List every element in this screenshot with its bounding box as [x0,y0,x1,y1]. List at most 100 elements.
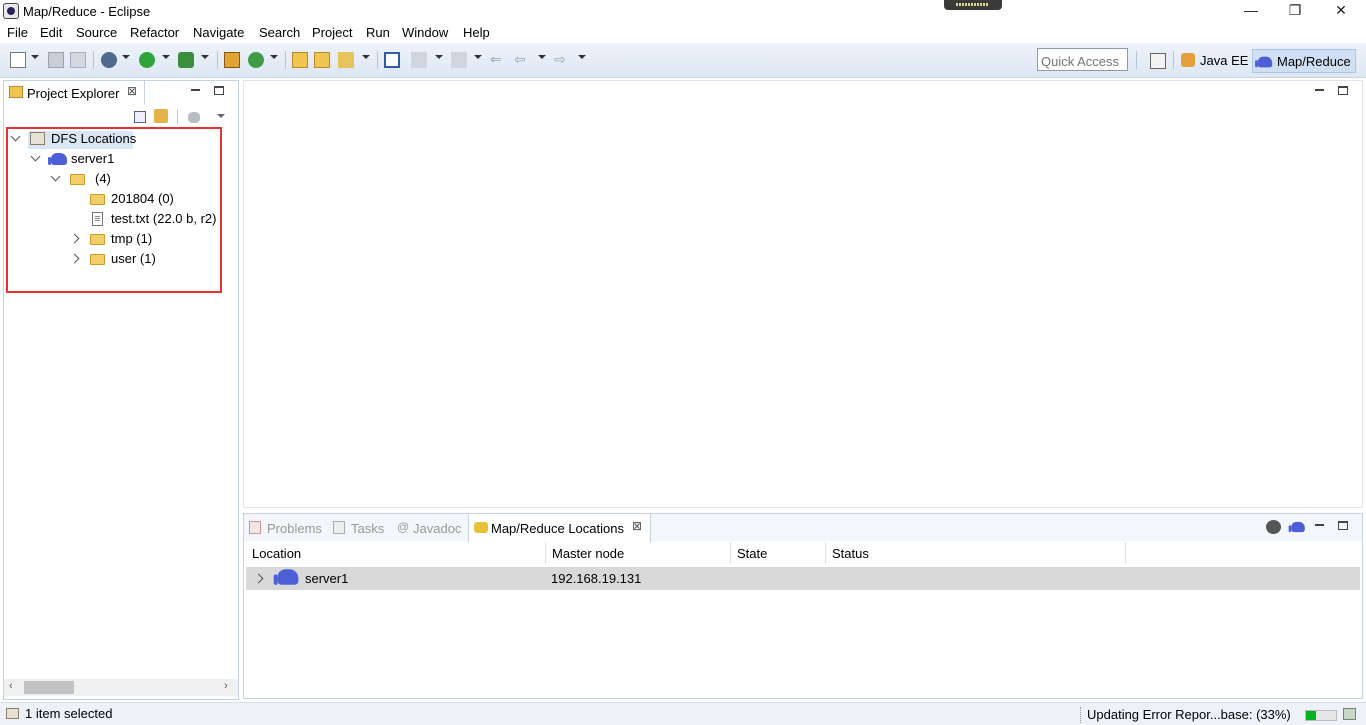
eclipse-app-icon [3,3,19,19]
selection-icon [6,708,19,719]
tab-project-explorer[interactable]: Project Explorer ⊠ [4,81,145,105]
debug-dropdown-icon[interactable] [122,55,130,59]
editor-area [243,80,1363,508]
menu-refactor[interactable]: Refactor [130,25,179,40]
open-perspective-icon[interactable] [1150,53,1166,69]
progress-text: Updating Error Repor...base: (33%) [1087,707,1291,722]
javadoc-icon: @ [397,520,410,534]
row-location: server1 [305,571,349,586]
tab-project-explorer-label: Project Explorer [27,86,120,101]
bottom-tab-strip [244,514,1362,541]
menu-run[interactable]: Run [366,25,390,40]
perspective-map-reduce[interactable]: Map/Reduce [1252,49,1356,73]
progress-bar[interactable] [1305,710,1337,721]
column-location[interactable]: Location [252,546,301,568]
quick-access-input[interactable] [1037,48,1128,71]
scroll-right-icon[interactable]: › [224,680,228,692]
save-all-icon[interactable] [70,52,86,68]
run-icon[interactable] [139,52,155,68]
editor-minimize-icon[interactable] [1315,89,1324,91]
column-status[interactable]: Status [832,546,869,568]
row-master-node: 192.168.19.131 [551,571,642,586]
title-bar: Map/Reduce - Eclipse — ❐ ✕ [0,0,1366,22]
search-icon[interactable] [338,52,354,68]
perspective-java-ee-label: Java EE [1200,53,1249,68]
menu-bar: File Edit Source Refactor Navigate Searc… [0,22,1366,43]
perspective-map-reduce-label: Map/Reduce [1277,54,1351,69]
scroll-left-icon[interactable]: ‹ [9,680,13,692]
project-explorer-icon [9,86,23,98]
tab-problems[interactable]: Problems [267,521,322,536]
menu-source[interactable]: Source [76,25,117,40]
view-menu-icon[interactable] [217,114,225,118]
annotation-dropdown-icon[interactable] [435,55,443,59]
panel-maximize-icon[interactable] [1338,521,1348,530]
minimize-view-icon[interactable] [191,89,200,91]
new-location-elephant-icon[interactable] [1288,521,1305,533]
annotation-prev-dropdown-icon[interactable] [474,55,482,59]
console-icon[interactable] [384,52,400,68]
scrollbar-thumb[interactable] [24,681,74,694]
last-edit-icon[interactable]: ⇐ [490,52,506,68]
editor-maximize-icon[interactable] [1338,86,1348,95]
selection-status: 1 item selected [25,706,113,721]
open-type-icon[interactable] [292,52,308,68]
new-icon[interactable] [10,52,26,68]
table-row[interactable] [246,567,1360,590]
menu-project[interactable]: Project [312,25,352,40]
menu-file[interactable]: File [7,25,28,40]
save-icon[interactable] [48,52,64,68]
maximize-view-icon[interactable] [214,86,224,95]
progress-view-icon[interactable] [1343,708,1356,720]
progress-fill [1306,711,1316,720]
tab-tasks[interactable]: Tasks [351,521,384,536]
back-icon[interactable]: ⇦ [514,52,530,68]
horizontal-scrollbar[interactable]: ‹ › [4,679,238,696]
run-dropdown-icon[interactable] [162,55,170,59]
close-tab-icon[interactable]: ⊠ [127,84,137,98]
new-class-icon[interactable] [248,52,264,68]
close-button[interactable]: ✕ [1318,0,1364,22]
refresh-icon[interactable] [188,112,200,123]
mapreduce-perspective-icon [1255,56,1273,68]
column-state[interactable]: State [737,546,767,568]
gears-icon[interactable] [1266,520,1281,534]
ime-indicator [944,0,1002,10]
menu-navigate[interactable]: Navigate [193,25,244,40]
mapreduce-locations-icon [474,522,488,533]
forward-dropdown-icon[interactable] [578,55,586,59]
menu-help[interactable]: Help [463,25,490,40]
column-master-node[interactable]: Master node [552,546,624,568]
open-resource-icon[interactable] [314,52,330,68]
menu-search[interactable]: Search [259,25,300,40]
annotation-prev-icon[interactable] [451,52,467,68]
status-bar: 1 item selected Updating Error Repor...b… [0,702,1366,725]
new-dropdown-icon[interactable] [31,55,39,59]
perspective-java-ee[interactable]: Java EE [1176,49,1254,73]
menu-window[interactable]: Window [402,25,448,40]
window-title: Map/Reduce - Eclipse [23,4,151,19]
problems-icon [249,521,261,534]
external-tools-icon[interactable] [178,52,194,68]
collapse-all-icon[interactable] [134,111,146,123]
menu-edit[interactable]: Edit [40,25,62,40]
forward-icon[interactable]: ⇨ [554,52,570,68]
tab-map-reduce-locations[interactable]: Map/Reduce Locations ⊠ [468,514,651,542]
new-package-icon[interactable] [224,52,240,68]
search-dropdown-icon[interactable] [362,55,370,59]
new-class-dropdown-icon[interactable] [270,55,278,59]
hadoop-elephant-icon [273,569,299,585]
java-ee-perspective-icon [1181,53,1195,67]
annotation-next-icon[interactable] [411,52,427,68]
debug-icon[interactable] [101,52,117,68]
external-tools-dropdown-icon[interactable] [201,55,209,59]
link-editor-icon[interactable] [154,109,168,123]
tasks-icon [333,521,345,534]
minimize-button[interactable]: — [1228,0,1274,22]
tab-map-reduce-locations-label: Map/Reduce Locations [491,521,624,536]
back-dropdown-icon[interactable] [538,55,546,59]
close-tab-icon[interactable]: ⊠ [632,519,642,533]
tab-javadoc[interactable]: Javadoc [413,521,461,536]
restore-button[interactable]: ❐ [1272,0,1318,22]
panel-minimize-icon[interactable] [1315,524,1324,526]
